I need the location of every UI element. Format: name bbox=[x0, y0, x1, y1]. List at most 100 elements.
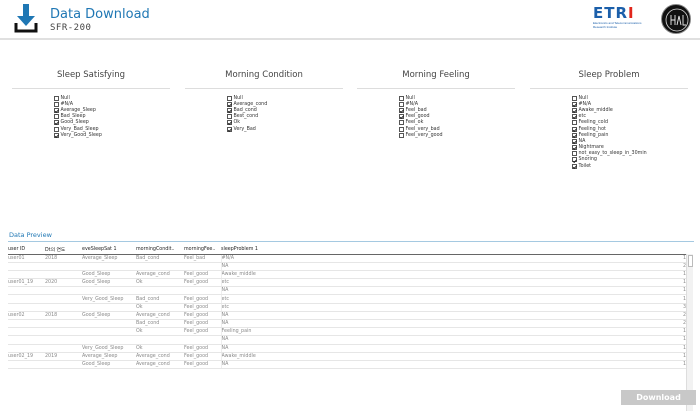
table-cell: Feel_good bbox=[184, 278, 221, 288]
scrollbar-thumb[interactable] bbox=[688, 255, 693, 267]
checkbox[interactable] bbox=[399, 107, 404, 113]
checkbox[interactable] bbox=[572, 138, 577, 144]
checkbox[interactable] bbox=[572, 132, 577, 138]
checkbox[interactable] bbox=[54, 120, 59, 126]
table-cell bbox=[8, 262, 45, 271]
checkbox[interactable] bbox=[54, 101, 59, 107]
table-cell bbox=[8, 270, 45, 280]
checkbox[interactable] bbox=[227, 120, 232, 126]
table-cell: NA bbox=[220, 360, 267, 370]
checkbox[interactable] bbox=[399, 114, 404, 120]
table-cell: Good_Sleep bbox=[82, 311, 136, 321]
checkbox[interactable] bbox=[572, 114, 577, 120]
table-cell bbox=[45, 360, 82, 370]
table-row: Good_Sleep Average_cond Feel_good Awake_mid… bbox=[8, 270, 686, 280]
checkbox[interactable] bbox=[54, 114, 59, 120]
filter-option-label: Average_Sleep bbox=[60, 107, 96, 113]
checkbox[interactable] bbox=[399, 120, 404, 126]
filter-option-label: Very_Bad bbox=[233, 126, 256, 132]
table-cell: etc bbox=[220, 303, 267, 312]
table-cell: Average_cond bbox=[136, 360, 184, 370]
download-button[interactable]: Download bbox=[621, 390, 696, 405]
checkbox[interactable] bbox=[54, 95, 59, 101]
table-cell bbox=[8, 294, 45, 304]
filter-option-label: Toilet bbox=[578, 163, 592, 169]
table-cell: etc bbox=[220, 278, 267, 288]
table-cell bbox=[8, 286, 45, 296]
table-cell: Very_Good_Sleep bbox=[82, 344, 136, 353]
app-title: Data Download bbox=[50, 7, 150, 22]
checkbox[interactable] bbox=[572, 151, 577, 157]
count-cell: 1 bbox=[267, 278, 686, 288]
filter-title: Morning Condition bbox=[225, 70, 303, 80]
checkbox[interactable] bbox=[572, 145, 577, 151]
checkbox[interactable] bbox=[399, 126, 404, 132]
count-cell: 1 bbox=[267, 344, 686, 353]
table-cell: Bad_cond bbox=[136, 319, 184, 329]
table-cell: NA bbox=[220, 286, 267, 296]
table-cell: Bad_cond bbox=[136, 254, 184, 263]
table-cell bbox=[136, 262, 184, 271]
table-cell: user02_19 bbox=[8, 352, 45, 361]
checkbox[interactable] bbox=[572, 107, 577, 113]
checkbox[interactable] bbox=[572, 101, 577, 107]
checkbox[interactable] bbox=[227, 95, 232, 101]
column-header[interactable]: morningCondit.. bbox=[136, 246, 184, 255]
column-header[interactable]: morningFee.. bbox=[184, 246, 221, 255]
count-cell: 1 bbox=[267, 286, 686, 296]
filter-option[interactable]: Toilet bbox=[572, 163, 700, 169]
checkbox[interactable] bbox=[227, 107, 232, 113]
checkbox[interactable] bbox=[54, 107, 59, 113]
table-cell bbox=[82, 327, 136, 337]
table-cell: Feel_good bbox=[184, 311, 221, 321]
checkbox[interactable] bbox=[227, 126, 232, 132]
table-cell: Very_Good_Sleep bbox=[82, 294, 136, 304]
table-cell: 2018 bbox=[45, 254, 82, 263]
table-row: user02 2018 Good_Sleep Average_cond Feel_goo… bbox=[8, 311, 686, 321]
column-header[interactable]: sleepProblem 1 bbox=[221, 246, 267, 255]
filter-option-label: #N/A bbox=[405, 101, 419, 107]
checkbox[interactable] bbox=[399, 132, 404, 138]
column-header[interactable] bbox=[267, 246, 686, 255]
etri-logo: ETRI Electronics and Telecommunications … bbox=[593, 4, 642, 30]
checkbox[interactable] bbox=[227, 101, 232, 107]
table-row: Good_Sleep Average_cond Feel_good NA 1 bbox=[8, 360, 686, 370]
divider bbox=[8, 241, 694, 242]
checkbox[interactable] bbox=[227, 114, 232, 120]
column-header[interactable]: user ID bbox=[8, 246, 45, 255]
column-header[interactable]: eveSleepSat 1 bbox=[82, 246, 136, 255]
checkbox[interactable] bbox=[572, 157, 577, 163]
divider bbox=[530, 88, 688, 89]
checkbox[interactable] bbox=[572, 163, 577, 169]
column-header[interactable]: Dt의 연도 bbox=[45, 246, 82, 255]
filter-option-label: NA bbox=[578, 138, 586, 144]
table-cell bbox=[8, 303, 45, 312]
count-cell: 1 bbox=[267, 335, 686, 345]
filter-morning-feeling: Morning Feeling Null #N/A Feel_bad Feel_goo… bbox=[357, 70, 515, 138]
table-row: user01_19 2020 Good_Sleep Ok Feel_good etc 1 bbox=[8, 278, 686, 288]
checkbox[interactable] bbox=[572, 120, 577, 126]
checkbox[interactable] bbox=[54, 132, 59, 138]
filter-option-label: Feeling_cold bbox=[578, 120, 609, 126]
table-cell: Feel_good bbox=[184, 352, 221, 361]
checkbox[interactable] bbox=[572, 95, 577, 101]
table-cell: Awake_middle bbox=[220, 352, 267, 361]
filter-option-label: Null bbox=[578, 95, 588, 101]
table-cell: Ok bbox=[136, 278, 184, 288]
filter-option-label: Average_cond bbox=[233, 101, 268, 107]
checkbox[interactable] bbox=[54, 126, 59, 132]
filter-option-label: Snoring bbox=[578, 157, 597, 163]
table-cell bbox=[184, 262, 221, 271]
table-scrollbar[interactable] bbox=[686, 254, 693, 411]
table-cell: 2018 bbox=[45, 311, 82, 321]
count-cell: 2 bbox=[267, 311, 686, 321]
checkbox[interactable] bbox=[399, 95, 404, 101]
table-cell bbox=[45, 319, 82, 329]
filter-option-label: #N/A bbox=[60, 101, 74, 107]
table-cell: Feeling_pain bbox=[220, 327, 267, 337]
checkbox[interactable] bbox=[572, 126, 577, 132]
checkbox[interactable] bbox=[399, 101, 404, 107]
filter-option[interactable]: Very_Good_Sleep bbox=[54, 132, 212, 138]
table-cell: user01_19 bbox=[8, 278, 45, 288]
table-cell: Ok bbox=[136, 327, 184, 337]
